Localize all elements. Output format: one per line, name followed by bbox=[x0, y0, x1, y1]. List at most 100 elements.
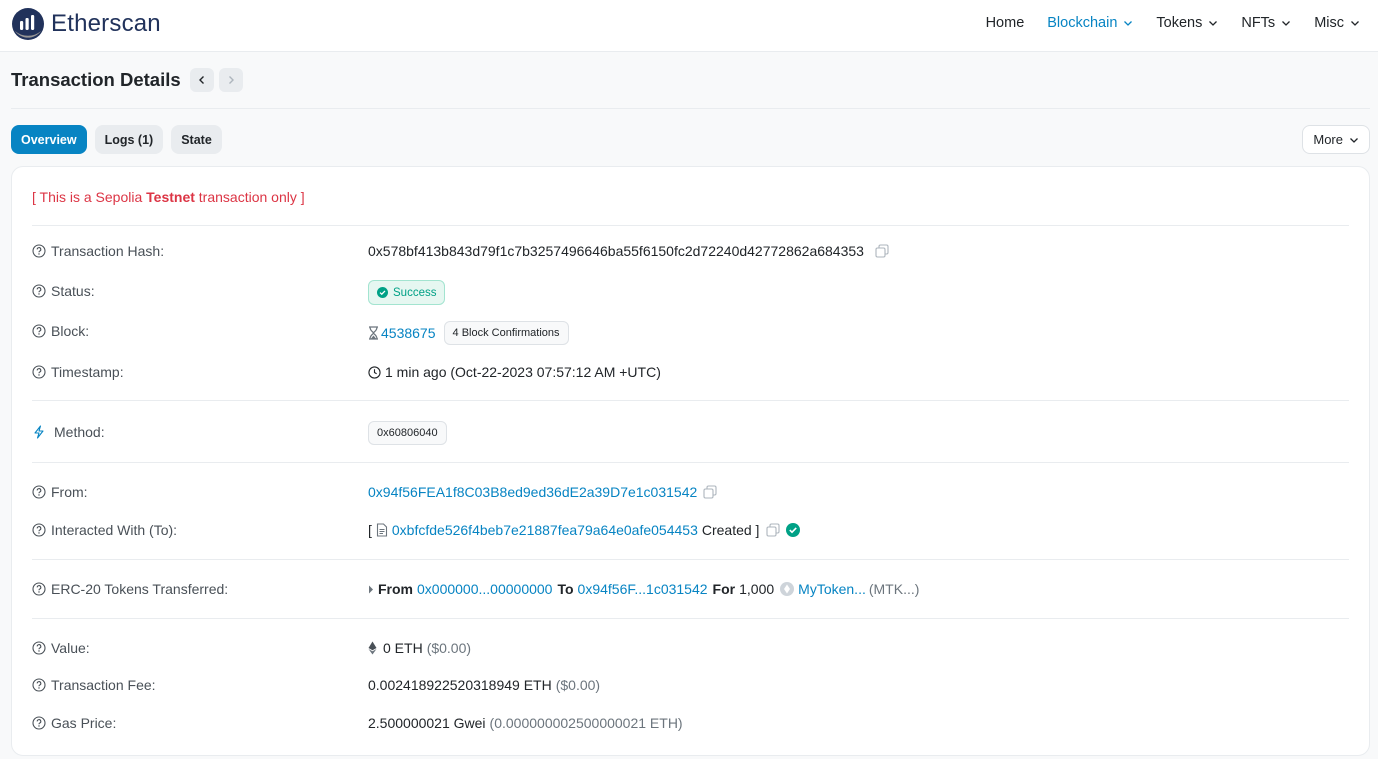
label-text: Method: bbox=[54, 424, 105, 440]
divider bbox=[32, 618, 1349, 619]
label-text: Gas Price: bbox=[51, 715, 117, 731]
page-header: Transaction Details bbox=[11, 67, 243, 93]
question-circle-icon[interactable] bbox=[32, 582, 46, 596]
nav-blockchain[interactable]: Blockchain bbox=[1047, 15, 1133, 31]
erc20-from-word: From bbox=[378, 581, 413, 597]
copy-icon[interactable] bbox=[766, 523, 781, 537]
verified-check-icon bbox=[786, 523, 801, 537]
more-dropdown-button[interactable]: More bbox=[1302, 125, 1370, 154]
site-logo[interactable]: Etherscan bbox=[11, 6, 161, 42]
main-nav: Home Blockchain Tokens NFTs Misc bbox=[963, 0, 1360, 46]
notice-prefix: [ This is a Sepolia bbox=[32, 189, 147, 205]
created-text: Created ] bbox=[701, 522, 760, 538]
nav-tokens-label: Tokens bbox=[1156, 15, 1203, 31]
copy-icon[interactable] bbox=[875, 244, 889, 258]
tab-logs[interactable]: Logs (1) bbox=[94, 125, 164, 154]
etherscan-logo-icon bbox=[12, 8, 44, 40]
question-circle-icon[interactable] bbox=[32, 678, 46, 692]
nav-misc[interactable]: Misc bbox=[1314, 15, 1360, 31]
top-navbar: Etherscan Home Blockchain Tokens NFTs Mi… bbox=[0, 0, 1378, 52]
gas-price-label: Gas Price: bbox=[32, 715, 116, 731]
question-circle-icon[interactable] bbox=[32, 641, 46, 655]
method-value-row: 0x60806040 bbox=[368, 421, 447, 445]
erc20-amount: 1,000 bbox=[739, 581, 775, 597]
nav-blockchain-label: Blockchain bbox=[1047, 15, 1118, 31]
status-label: Status: bbox=[32, 283, 95, 299]
gas-price-amount: 2.500000021 Gwei bbox=[368, 715, 486, 731]
nav-misc-label: Misc bbox=[1314, 15, 1344, 31]
from-value-row: 0x94f56FEA1f8C03B8ed9ed36dE2a39D7e1c0315… bbox=[368, 484, 717, 500]
hourglass-icon bbox=[369, 326, 378, 340]
question-circle-icon[interactable] bbox=[32, 523, 46, 537]
next-tx-button[interactable] bbox=[218, 68, 243, 92]
status-value-row: Success bbox=[368, 280, 446, 305]
clock-icon bbox=[368, 365, 381, 379]
status-badge: Success bbox=[368, 280, 446, 305]
gas-price-value-row: 2.500000021 Gwei (0.000000002500000021 E… bbox=[368, 715, 683, 731]
chevron-down-icon bbox=[1209, 21, 1218, 26]
erc20-label: ERC-20 Tokens Transferred: bbox=[32, 581, 228, 597]
divider bbox=[32, 462, 1349, 463]
nav-nfts[interactable]: NFTs bbox=[1241, 15, 1291, 31]
fee-label: Transaction Fee: bbox=[32, 677, 156, 693]
question-circle-icon[interactable] bbox=[32, 244, 46, 258]
label-text: Transaction Hash: bbox=[51, 243, 165, 259]
contract-address-link[interactable]: 0xbfcfde526f4beb7e21887fea79a64e0afe0544… bbox=[392, 522, 698, 538]
copy-icon[interactable] bbox=[703, 485, 717, 499]
more-label: More bbox=[1313, 132, 1343, 147]
notice-suffix: transaction only ] bbox=[194, 189, 305, 205]
token-icon bbox=[780, 582, 795, 596]
notice-bold: Testnet bbox=[146, 189, 195, 205]
method-badge: 0x60806040 bbox=[368, 421, 447, 445]
chevron-down-icon bbox=[1124, 21, 1133, 26]
nav-home-label: Home bbox=[985, 15, 1025, 31]
question-circle-icon[interactable] bbox=[32, 485, 46, 499]
chevron-down-icon bbox=[1282, 21, 1291, 26]
value-amount: 0 ETH bbox=[383, 640, 423, 656]
detail-tabs: Overview Logs (1) State bbox=[11, 125, 230, 154]
label-text: Timestamp: bbox=[51, 364, 124, 380]
logo-text: Etherscan bbox=[51, 10, 161, 37]
erc20-to-word: To bbox=[557, 581, 574, 597]
previous-tx-button[interactable] bbox=[189, 68, 214, 92]
from-address-link[interactable]: 0x94f56FEA1f8C03B8ed9ed36dE2a39D7e1c0315… bbox=[368, 484, 697, 500]
divider bbox=[32, 225, 1349, 226]
tab-overview[interactable]: Overview bbox=[11, 125, 87, 154]
question-circle-icon[interactable] bbox=[32, 324, 46, 338]
timestamp-label: Timestamp: bbox=[32, 364, 124, 380]
tx-hash-value-row: 0x578bf413b843d79f1c7b3257496646ba55f615… bbox=[368, 243, 889, 259]
transaction-card: [ This is a Sepolia Testnet transaction … bbox=[11, 166, 1370, 756]
fee-amount: 0.002418922520318949 ETH bbox=[368, 677, 552, 693]
nav-tokens[interactable]: Tokens bbox=[1156, 15, 1218, 31]
fee-usd: ($0.00) bbox=[555, 677, 601, 693]
divider bbox=[32, 400, 1349, 401]
title-divider bbox=[11, 108, 1370, 109]
nav-nfts-label: NFTs bbox=[1241, 15, 1276, 31]
chevron-right-icon bbox=[228, 76, 234, 84]
question-circle-icon[interactable] bbox=[32, 716, 46, 730]
chevron-left-icon bbox=[198, 76, 204, 84]
value-value-row: 0 ETH ($0.00) bbox=[368, 640, 471, 656]
to-label: Interacted With (To): bbox=[32, 522, 177, 538]
fee-value-row: 0.002418922520318949 ETH ($0.00) bbox=[368, 677, 600, 693]
page-title: Transaction Details bbox=[11, 69, 181, 90]
question-circle-icon[interactable] bbox=[32, 365, 46, 379]
chevron-down-icon bbox=[1351, 21, 1359, 26]
block-number-link[interactable]: 4538675 bbox=[381, 325, 436, 341]
erc20-to-link[interactable]: 0x94f56F...1c031542 bbox=[578, 581, 708, 597]
bracket-open: [ bbox=[368, 522, 372, 538]
ethereum-icon bbox=[368, 641, 377, 655]
nav-home[interactable]: Home bbox=[986, 15, 1025, 31]
tx-hash-value: 0x578bf413b843d79f1c7b3257496646ba55f615… bbox=[368, 243, 864, 259]
chevron-down-icon bbox=[1350, 137, 1358, 143]
question-circle-icon[interactable] bbox=[32, 284, 46, 298]
contract-file-icon bbox=[376, 523, 387, 537]
token-name-link[interactable]: MyToken... bbox=[798, 581, 866, 597]
label-text: Block: bbox=[51, 323, 90, 339]
check-circle-icon bbox=[377, 287, 388, 298]
value-label: Value: bbox=[32, 640, 90, 656]
erc20-from-link[interactable]: 0x000000...00000000 bbox=[417, 581, 552, 597]
tab-state[interactable]: State bbox=[171, 125, 222, 154]
label-text: From: bbox=[51, 484, 88, 500]
method-label: Method: bbox=[32, 424, 105, 440]
